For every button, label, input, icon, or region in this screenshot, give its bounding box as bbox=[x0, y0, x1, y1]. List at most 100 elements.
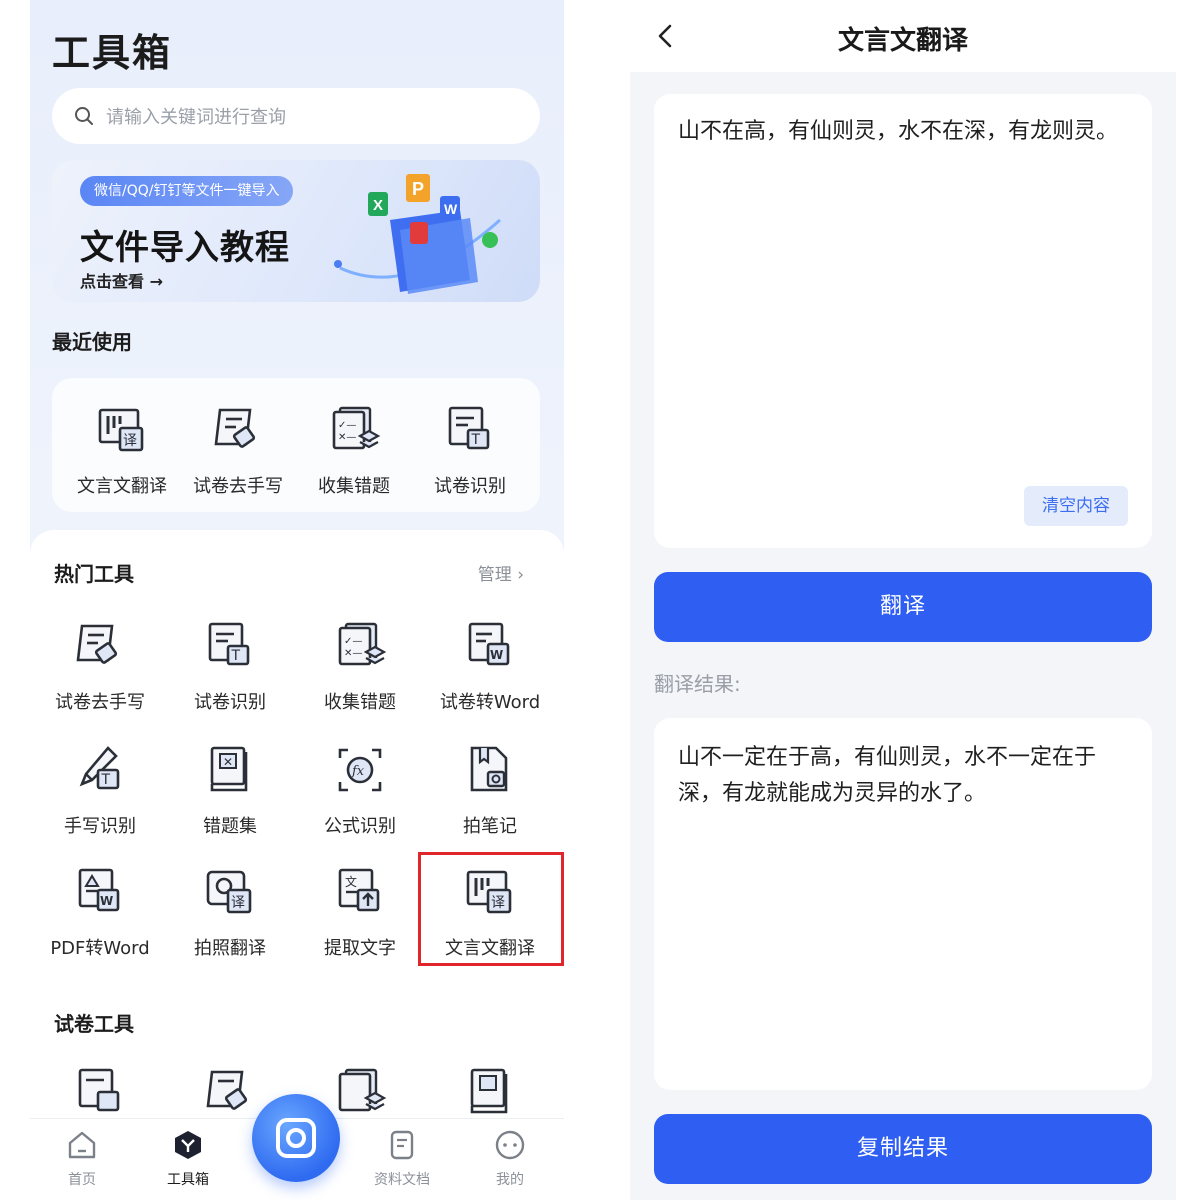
hot-tool-mistake-book[interactable]: ✕ 错题集 bbox=[170, 742, 290, 838]
source-text-input[interactable]: 山不在高，有仙则灵，水不在深，有龙则灵。 bbox=[678, 114, 1122, 150]
tab-toolbox[interactable]: 工具箱 bbox=[148, 1129, 228, 1189]
svg-text:T: T bbox=[101, 772, 111, 788]
classical-translate-screen: 文言文翻译 山不在高，有仙则灵，水不在深，有龙则灵。 清空内容 翻译 翻译结果:… bbox=[630, 0, 1176, 1200]
screen-title: 文言文翻译 bbox=[837, 26, 968, 56]
hot-tool-erase-handwriting[interactable]: 试卷去手写 bbox=[40, 618, 160, 714]
svg-text:T: T bbox=[231, 648, 241, 664]
classical-translate-icon: 译 bbox=[98, 408, 144, 452]
tool-label: PDF转Word bbox=[50, 938, 150, 959]
exam-tool-mistake-book[interactable] bbox=[430, 1064, 550, 1124]
tool-label: 文言文翻译 bbox=[77, 476, 167, 497]
svg-text:文: 文 bbox=[345, 874, 357, 889]
folder-illustration-icon: P X W bbox=[334, 174, 501, 294]
hot-tool-handwriting-recognition[interactable]: T 手写识别 bbox=[40, 742, 160, 838]
hot-tool-extract-text[interactable]: 文 提取文字 bbox=[300, 864, 420, 960]
tab-profile[interactable]: 我的 bbox=[470, 1129, 550, 1189]
svg-text:✓—: ✓— bbox=[344, 636, 362, 647]
page-title: 工具箱 bbox=[52, 31, 173, 75]
tool-label: 错题集 bbox=[203, 816, 257, 837]
paper-recognition-icon: T bbox=[208, 622, 250, 666]
manage-link[interactable]: 管理 › bbox=[478, 560, 524, 585]
svg-text:✕—: ✕— bbox=[344, 648, 362, 659]
svg-text:X: X bbox=[373, 197, 383, 214]
hot-tool-paper-recognition[interactable]: T 试卷识别 bbox=[170, 618, 290, 714]
nav-header: 文言文翻译 bbox=[630, 0, 1176, 72]
svg-text:✕—: ✕— bbox=[338, 432, 356, 443]
recent-tool-paper-recognition[interactable]: T 试卷识别 bbox=[410, 402, 530, 498]
search-input[interactable]: 请输入关键词进行查询 bbox=[52, 88, 540, 144]
tool-label: 试卷转Word bbox=[439, 692, 541, 713]
search-icon bbox=[75, 107, 93, 125]
tool-label: 试卷去手写 bbox=[55, 692, 145, 713]
hot-tool-photo-notes[interactable]: 拍笔记 bbox=[430, 742, 550, 838]
recent-tool-erase-handwriting[interactable]: 试卷去手写 bbox=[178, 402, 298, 498]
result-heading: 翻译结果: bbox=[654, 672, 741, 696]
import-tutorial-banner[interactable]: 微信/QQ/钉钉等文件一键导入 文件导入教程 点击查看 → P X W bbox=[52, 160, 540, 302]
tab-documents[interactable]: 资料文档 bbox=[362, 1129, 442, 1189]
svg-text:fx: fx bbox=[351, 764, 365, 779]
photo-notes-icon bbox=[470, 746, 508, 792]
tool-label: 收集错题 bbox=[324, 692, 396, 713]
svg-text:W: W bbox=[490, 648, 503, 662]
tab-label: 工具箱 bbox=[167, 1172, 209, 1188]
tool-label: 试卷去手写 bbox=[193, 476, 283, 497]
documents-icon bbox=[390, 1130, 414, 1160]
tool-label: 公式识别 bbox=[324, 816, 396, 837]
recent-heading: 最近使用 bbox=[52, 330, 132, 354]
svg-text:T: T bbox=[471, 432, 481, 448]
search-placeholder: 请输入关键词进行查询 bbox=[106, 107, 286, 128]
screenshot-stage: 工具箱 请输入关键词进行查询 微信/QQ/钉钉等文件一键导入 文件导入教程 点击… bbox=[0, 0, 1200, 1200]
recent-tool-collect-mistakes[interactable]: ✓— ✕— 收集错题 bbox=[294, 402, 414, 498]
hot-tool-formula-recognition[interactable]: fx 公式识别 bbox=[300, 742, 420, 838]
pdf-to-word-icon: W bbox=[78, 868, 120, 912]
mistake-book-icon: ✕ bbox=[210, 746, 248, 792]
tool-label: 收集错题 bbox=[318, 476, 390, 497]
collect-mistakes-icon: ✓— ✕— bbox=[338, 622, 387, 666]
svg-text:W: W bbox=[444, 201, 458, 217]
scan-camera-button[interactable] bbox=[252, 1094, 340, 1182]
hot-tool-photo-translate[interactable]: 译 拍照翻译 bbox=[170, 864, 290, 960]
translate-button[interactable]: 翻译 bbox=[654, 572, 1152, 642]
tool-label: 试卷识别 bbox=[434, 476, 506, 497]
hot-tool-pdf-to-word[interactable]: W PDF转Word bbox=[40, 864, 160, 960]
mistake-book-icon bbox=[470, 1068, 508, 1114]
svg-text:W: W bbox=[100, 894, 113, 908]
erase-handwriting-icon bbox=[206, 1070, 248, 1110]
result-text: 山不一定在于高，有仙则灵，水不一定在于深，有龙就能成为灵异的水了。 bbox=[678, 745, 1097, 806]
toolbox-icon bbox=[175, 1131, 201, 1159]
svg-text:P: P bbox=[412, 179, 424, 199]
svg-text:✓—: ✓— bbox=[338, 420, 356, 431]
copy-result-button[interactable]: 复制结果 bbox=[654, 1114, 1152, 1184]
banner-cta[interactable]: 点击查看 → bbox=[80, 268, 163, 292]
hot-tool-paper-to-word[interactable]: W 试卷转Word bbox=[430, 618, 550, 714]
paper-to-word-icon: W bbox=[468, 622, 510, 666]
toolbox-screen: 工具箱 请输入关键词进行查询 微信/QQ/钉钉等文件一键导入 文件导入教程 点击… bbox=[30, 0, 564, 1200]
svg-text:译: 译 bbox=[123, 433, 137, 449]
handwriting-recognition-icon: T bbox=[79, 746, 120, 790]
extract-text-icon: 文 bbox=[338, 868, 380, 912]
collect-mistakes-icon bbox=[338, 1068, 387, 1112]
exam-tool-paper-recognition[interactable] bbox=[40, 1064, 160, 1124]
svg-text:✕: ✕ bbox=[223, 755, 233, 769]
clear-content-button[interactable]: 清空内容 bbox=[1024, 486, 1128, 526]
tool-label: 拍笔记 bbox=[463, 816, 517, 837]
paper-recognition-icon bbox=[78, 1068, 120, 1112]
recent-tool-classical-translate[interactable]: 译 文言文翻译 bbox=[62, 402, 182, 498]
svg-text:译: 译 bbox=[231, 895, 245, 911]
tab-label: 资料文档 bbox=[374, 1172, 430, 1188]
tab-home[interactable]: 首页 bbox=[42, 1129, 122, 1189]
hot-tool-collect-mistakes[interactable]: ✓— ✕— 收集错题 bbox=[300, 618, 420, 714]
profile-icon bbox=[495, 1130, 525, 1160]
erase-handwriting-icon bbox=[214, 408, 256, 448]
collect-mistakes-icon: ✓— ✕— bbox=[332, 406, 381, 450]
paper-recognition-icon: T bbox=[448, 406, 490, 450]
tool-label: 试卷识别 bbox=[194, 692, 266, 713]
formula-recognition-icon: fx bbox=[338, 748, 382, 792]
source-text-card[interactable]: 山不在高，有仙则灵，水不在深，有龙则灵。 清空内容 bbox=[654, 94, 1152, 548]
camera-icon bbox=[276, 1118, 316, 1158]
banner-headline: 文件导入教程 bbox=[80, 228, 290, 268]
highlight-box bbox=[418, 852, 564, 966]
erase-handwriting-icon bbox=[76, 624, 118, 664]
banner-tag: 微信/QQ/钉钉等文件一键导入 bbox=[80, 176, 294, 206]
tool-label: 提取文字 bbox=[324, 938, 396, 959]
